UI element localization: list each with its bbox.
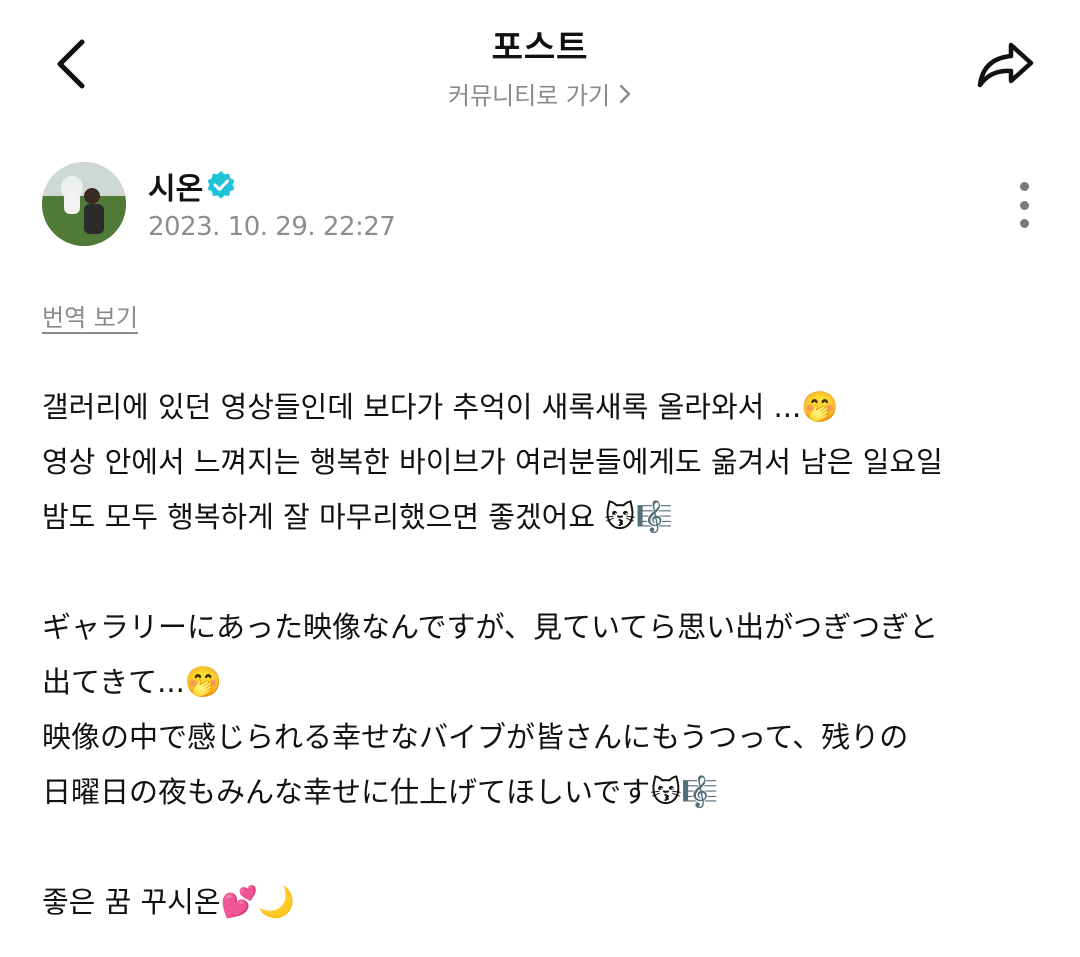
more-dot-icon [1019,182,1029,191]
emoji: 💕🌙 [220,885,296,920]
share-button[interactable] [966,30,1046,100]
emoji: 🤭 [184,665,223,700]
emoji: 😽🎼 [650,775,719,810]
post-line: 日曜日の夜もみんな幸せに仕上げてほしいです😽🎼 [42,775,719,810]
page-title: 포스트 [491,28,589,68]
post-body: 갤러리에 있던 영상들인데 보다가 추억이 새록새록 올라와서 ...🤭 영상 … [42,380,1052,930]
author-name[interactable]: 시온 [148,164,203,208]
post-line: 映像の中で感じられる幸せなバイブが皆さんにもうつって、残りの [42,720,909,754]
share-arrow-icon [977,42,1034,88]
community-link[interactable]: 커뮤니티로 가기 [0,76,1080,111]
post-line: 出てきて...🤭 [42,665,223,700]
more-dot-icon [1019,200,1029,210]
avatar[interactable] [42,162,126,246]
chevron-right-icon [618,83,632,105]
community-link-label: 커뮤니티로 가기 [447,82,611,110]
more-dot-icon [1019,219,1029,228]
post-line: 밤도 모두 행복하게 잘 마무리했으면 좋겠어요 😽🎼 [42,500,673,535]
more-options-button[interactable] [1004,182,1044,228]
post-line: 영상 안에서 느껴지는 행복한 바이브가 여러분들에게도 옮겨서 남은 일요일 [42,445,943,479]
verified-badge-icon [207,171,235,199]
post-line: ギャラリーにあった映像なんですが、見ていてら思い出がつぎつぎと [42,610,939,644]
translate-link[interactable]: 번역 보기 [42,298,138,333]
post-line: 좋은 꿈 꾸시온💕🌙 [42,885,296,920]
header: 포스트 커뮤니티로 가기 [0,0,1080,130]
post-timestamp: 2023. 10. 29. 22:27 [148,212,396,242]
emoji: 😽🎼 [604,500,673,535]
emoji: 🤭 [801,390,839,425]
post-line: 갤러리에 있던 영상들인데 보다가 추억이 새록새록 올라와서 ...🤭 [42,390,839,425]
